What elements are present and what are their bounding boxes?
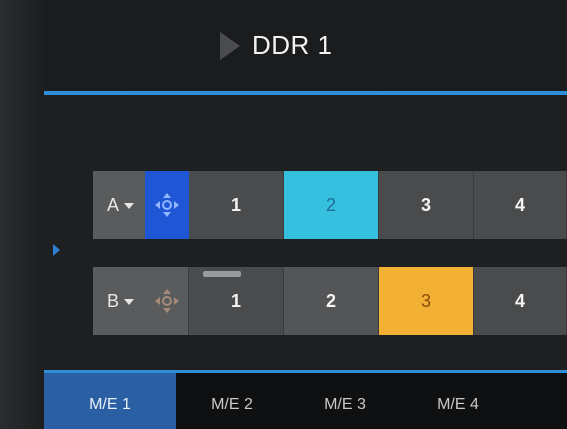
source-label: 4 [514, 290, 525, 311]
bus-row-a: A 1 2 3 4 [93, 171, 567, 239]
row-marker-icon [53, 244, 60, 256]
source-label: 3 [420, 194, 431, 215]
bus-label-a: A [107, 195, 120, 215]
tab-me-4[interactable]: M/E 4 [402, 373, 514, 429]
source-button-b-1[interactable]: 1 [189, 267, 284, 335]
source-label: 1 [230, 194, 241, 215]
screen: DDR 1 A 1 2 3 4 B 1 2 3 4 M/E 1 M/E 2 M/… [0, 0, 567, 429]
tally-indicator [203, 271, 241, 277]
source-label: 2 [325, 290, 336, 311]
caret-down-icon [124, 203, 134, 209]
tab-me-2[interactable]: M/E 2 [176, 373, 288, 429]
source-button-b-4[interactable]: 4 [474, 267, 567, 335]
source-button-a-3[interactable]: 3 [379, 171, 474, 239]
header: DDR 1 [44, 0, 567, 90]
position-move-button-a[interactable] [145, 171, 189, 239]
play-icon [220, 32, 240, 60]
bus-row-b: B 1 2 3 4 [93, 267, 567, 335]
source-button-a-4[interactable]: 4 [474, 171, 567, 239]
source-button-a-1[interactable]: 1 [189, 171, 284, 239]
position-move-button-b[interactable] [145, 267, 189, 335]
tab-me-1[interactable]: M/E 1 [44, 373, 176, 429]
source-label: 2 [325, 194, 336, 215]
move-arrows-icon [155, 289, 179, 313]
source-label: 4 [514, 194, 525, 215]
source-label: 3 [420, 290, 431, 311]
caret-down-icon [124, 299, 134, 305]
source-button-b-2[interactable]: 2 [284, 267, 379, 335]
page-title: DDR 1 [252, 30, 333, 60]
bus-label-b: B [107, 291, 120, 311]
source-label: 1 [230, 290, 241, 311]
me-tab-bar: M/E 1 M/E 2 M/E 3 M/E 4 [44, 373, 567, 429]
source-button-b-3[interactable]: 3 [379, 267, 474, 335]
bus-select-a[interactable]: A [93, 171, 189, 239]
tab-me-3[interactable]: M/E 3 [288, 373, 402, 429]
bezel [0, 0, 44, 429]
source-button-a-2[interactable]: 2 [284, 171, 379, 239]
move-arrows-icon [155, 193, 179, 217]
bus-select-b[interactable]: B [93, 267, 189, 335]
